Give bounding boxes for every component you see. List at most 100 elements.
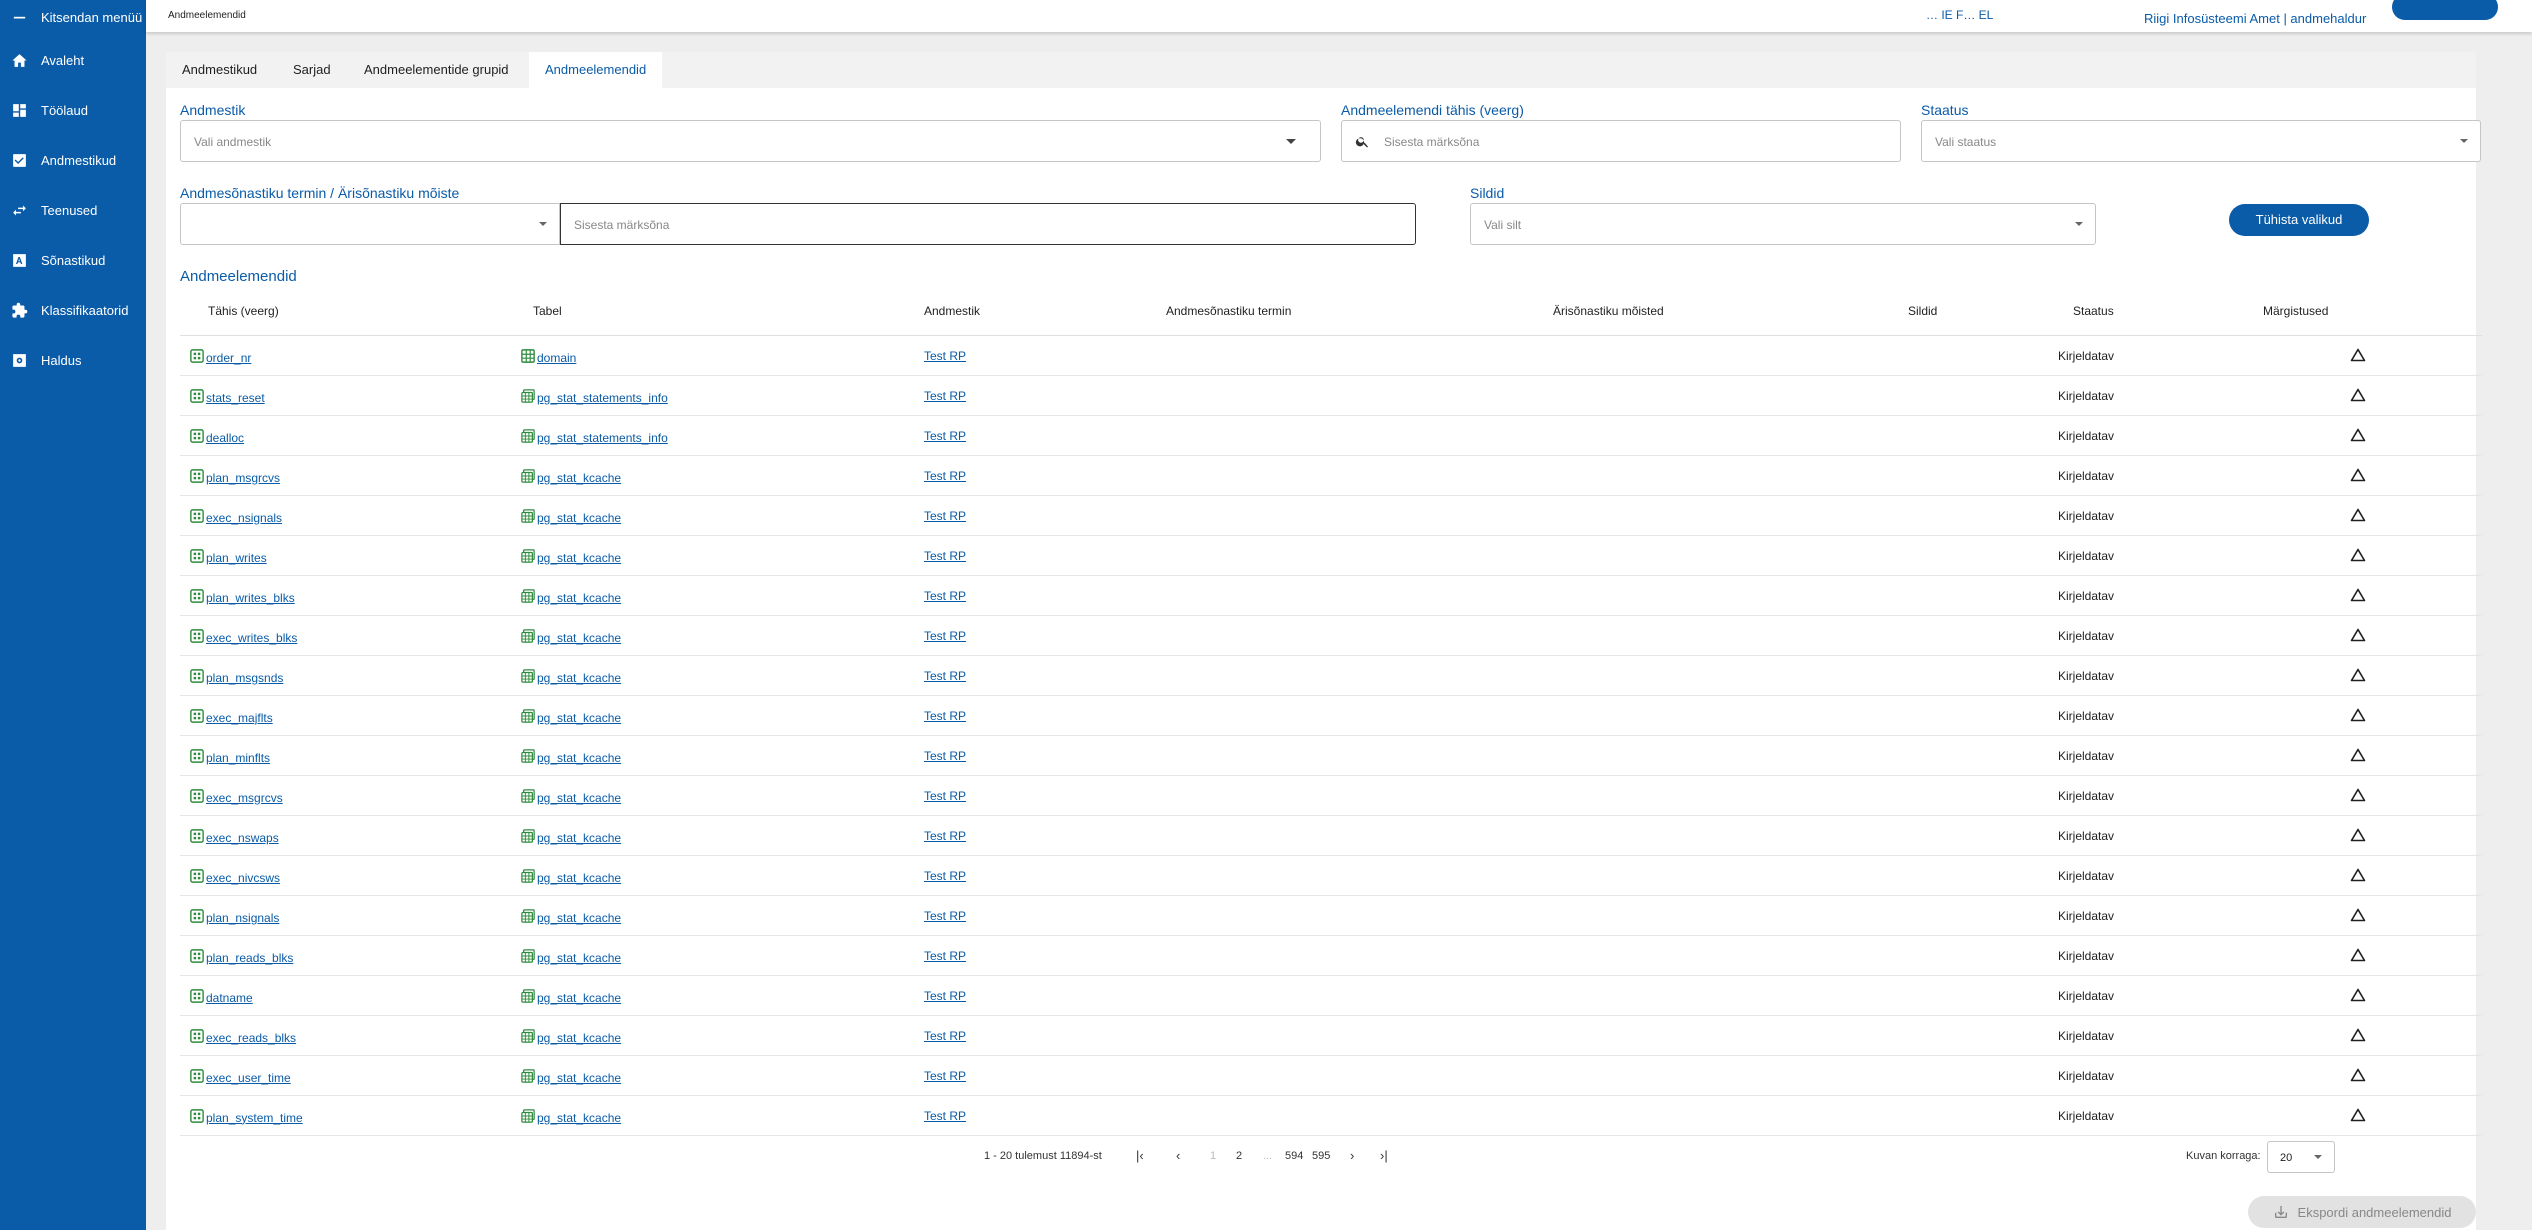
dataset-link[interactable]: Test RP [924,589,966,603]
table-row[interactable]: plan_reads_blks pg_stat_kcache Test RP Kirj… [180,936,2482,976]
sidebar-item-teenused[interactable]: Teenused [0,185,146,235]
sidebar-item-sonastikud[interactable]: Sõnastikud [0,235,146,285]
column-header-dataset[interactable]: Andmestik [924,304,980,318]
status-select[interactable]: Vali staatus [1921,120,2481,162]
warning-triangle-icon[interactable] [2350,1028,2366,1042]
table-link[interactable]: pg_stat_kcache [537,551,621,565]
warning-triangle-icon[interactable] [2350,748,2366,762]
sidebar-item-klassifikaatorid[interactable]: Klassifikaatorid [0,285,146,335]
term-type-select[interactable] [180,203,560,245]
element-link[interactable]: plan_writes [206,551,267,565]
warning-triangle-icon[interactable] [2350,588,2366,602]
warning-triangle-icon[interactable] [2350,1068,2366,1082]
table-row[interactable]: exec_nsignals pg_stat_kcache Test RP Kirjel… [180,496,2482,536]
table-row[interactable]: order_nr domain Test RP Kirjeldatav [180,336,2482,376]
table-row[interactable]: exec_majflts pg_stat_kcache Test RP Kirjeld… [180,696,2482,736]
element-link[interactable]: exec_majflts [206,711,273,725]
next-page-icon[interactable]: › [1350,1148,1354,1163]
dataset-link[interactable]: Test RP [924,709,966,723]
clear-filters-button[interactable]: Tühista valikud [2229,204,2369,236]
table-row[interactable]: plan_writes pg_stat_kcache Test RP Kirjelda… [180,536,2482,576]
dataset-link[interactable]: Test RP [924,869,966,883]
table-link[interactable]: pg_stat_kcache [537,1111,621,1125]
tab-sarjad[interactable]: Sarjad [277,52,347,88]
table-row[interactable]: plan_writes_blks pg_stat_kcache Test RP Kir… [180,576,2482,616]
table-link[interactable]: pg_stat_kcache [537,911,621,925]
warning-triangle-icon[interactable] [2350,508,2366,522]
element-link[interactable]: plan_writes_blks [206,591,295,605]
sidebar-item-avaleht[interactable]: Avaleht [0,35,146,85]
column-header-status[interactable]: Staatus [2073,304,2114,318]
column-header-name[interactable]: Tähis (veerg) [208,304,279,318]
table-row[interactable]: exec_nivcsws pg_stat_kcache Test RP Kirjeld… [180,856,2482,896]
tags-select[interactable]: Vali silt [1470,203,2096,245]
dataset-link[interactable]: Test RP [924,949,966,963]
dataset-link[interactable]: Test RP [924,549,966,563]
column-header-concepts[interactable]: Ärisõnastiku mõisted [1553,304,1664,318]
dataset-link[interactable]: Test RP [924,349,966,363]
table-link[interactable]: pg_stat_kcache [537,471,621,485]
element-link[interactable]: plan_reads_blks [206,951,293,965]
table-link[interactable]: pg_stat_kcache [537,1071,621,1085]
table-row[interactable]: datname pg_stat_kcache Test RP Kirjeldatav [180,976,2482,1016]
sidebar-item-haldus[interactable]: Haldus [0,335,146,385]
element-link[interactable]: exec_reads_blks [206,1031,296,1045]
element-link[interactable]: plan_msgrcvs [206,471,280,485]
page-1-button[interactable]: 1 [1210,1150,1216,1162]
element-link[interactable]: exec_nswaps [206,831,279,845]
column-header-tags[interactable]: Sildid [1908,304,1937,318]
table-link[interactable]: pg_stat_kcache [537,791,621,805]
warning-triangle-icon[interactable] [2350,1108,2366,1122]
table-link[interactable]: pg_stat_kcache [537,631,621,645]
warning-triangle-icon[interactable] [2350,948,2366,962]
term-search-input[interactable]: Sisesta märksõna [560,203,1416,245]
dataset-link[interactable]: Test RP [924,909,966,923]
warning-triangle-icon[interactable] [2350,428,2366,442]
table-row[interactable]: plan_system_time pg_stat_kcache Test RP Kir… [180,1096,2482,1136]
table-row[interactable]: plan_msgsnds pg_stat_kcache Test RP Kirjeld… [180,656,2482,696]
dataset-link[interactable]: Test RP [924,469,966,483]
table-link[interactable]: pg_stat_statements_info [537,391,668,405]
table-link[interactable]: pg_stat_kcache [537,591,621,605]
element-link[interactable]: plan_nsignals [206,911,279,925]
table-link[interactable]: domain [537,351,576,365]
warning-triangle-icon[interactable] [2350,628,2366,642]
element-link[interactable]: dealloc [206,431,244,445]
dataset-link[interactable]: Test RP [924,1109,966,1123]
element-link[interactable]: exec_nivcsws [206,871,280,885]
warning-triangle-icon[interactable] [2350,788,2366,802]
page-595-button[interactable]: 595 [1312,1150,1330,1162]
table-row[interactable]: stats_reset pg_stat_statements_info Test R… [180,376,2482,416]
sidebar-item-toolaud[interactable]: Töölaud [0,85,146,135]
dataset-select[interactable]: Vali andmestik [180,120,1321,162]
table-link[interactable]: pg_stat_kcache [537,751,621,765]
dataset-link[interactable]: Test RP [924,629,966,643]
warning-triangle-icon[interactable] [2350,348,2366,362]
tab-andmestikud[interactable]: Andmestikud [166,52,273,88]
element-link[interactable]: stats_reset [206,391,265,405]
element-link[interactable]: exec_nsignals [206,511,282,525]
table-row[interactable]: plan_minflts pg_stat_kcache Test RP Kirjeld… [180,736,2482,776]
warning-triangle-icon[interactable] [2350,708,2366,722]
table-row[interactable]: exec_user_time pg_stat_kcache Test RP Kirje… [180,1056,2482,1096]
table-row[interactable]: exec_nswaps pg_stat_kcache Test RP Kirjelda… [180,816,2482,856]
table-link[interactable]: pg_stat_kcache [537,831,621,845]
page-594-button[interactable]: 594 [1285,1150,1303,1162]
dataset-link[interactable]: Test RP [924,1029,966,1043]
table-row[interactable]: exec_msgrcvs pg_stat_kcache Test RP Kirjeld… [180,776,2482,816]
user-label[interactable]: Riigi Infosüsteemi Amet | andmehaldur [2144,11,2366,26]
element-link[interactable]: datname [206,991,253,1005]
table-link[interactable]: pg_stat_kcache [537,711,621,725]
table-link[interactable]: pg_stat_kcache [537,511,621,525]
sidebar-item-andmestikud[interactable]: Andmestikud [0,135,146,185]
export-button[interactable]: Ekspordi andmeelemendid [2248,1196,2476,1228]
dataset-link[interactable]: Test RP [924,749,966,763]
per-page-select[interactable]: 20 [2267,1141,2335,1173]
table-row[interactable]: exec_reads_blks pg_stat_kcache Test RP Kirj… [180,1016,2482,1056]
tab-andmeelemendid[interactable]: Andmeelemendid [529,52,663,88]
table-link[interactable]: pg_stat_kcache [537,871,621,885]
dataset-link[interactable]: Test RP [924,509,966,523]
column-header-table[interactable]: Tabel [533,304,562,318]
table-link[interactable]: pg_stat_kcache [537,671,621,685]
warning-triangle-icon[interactable] [2350,868,2366,882]
